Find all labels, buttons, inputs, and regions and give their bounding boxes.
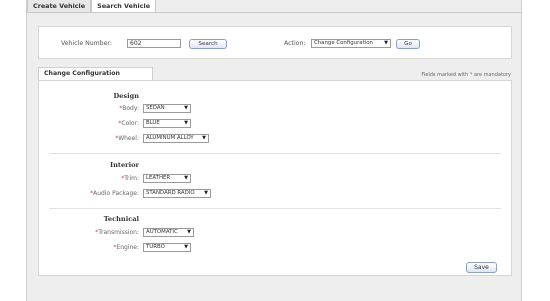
chevron-down-icon: ▼ xyxy=(184,175,188,181)
action-select[interactable]: Change Configuration ▼ xyxy=(311,39,391,48)
vehicle-number-label: Vehicle Number: xyxy=(61,40,112,47)
configuration-panel: Design *Body: SEDAN ▼ *Color: BLUE ▼ *Wh… xyxy=(38,80,512,276)
vehicle-number-input[interactable] xyxy=(127,39,181,48)
wheel-label: *Wheel: xyxy=(115,135,139,142)
section-divider xyxy=(49,208,501,209)
section-interior: Interior xyxy=(110,161,139,169)
section-design: Design xyxy=(113,92,139,100)
chevron-down-icon: ▼ xyxy=(184,244,188,250)
mandatory-note-prefix: Fields marked with xyxy=(421,72,469,78)
section-divider xyxy=(49,153,501,154)
body-select-value: SEDAN xyxy=(146,105,165,111)
wheel-select[interactable]: ALUMINUM ALLOY ▼ xyxy=(143,134,209,143)
mandatory-note: Fields marked with * are mandatory xyxy=(421,72,511,78)
audio-package-select-value: STANDARD RADIO xyxy=(146,190,195,196)
mandatory-note-suffix: are mandatory xyxy=(473,72,511,78)
body-select[interactable]: SEDAN ▼ xyxy=(143,104,191,113)
color-select[interactable]: BLUE ▼ xyxy=(143,119,191,128)
search-panel: Vehicle Number: Search Action: Change Co… xyxy=(38,26,512,59)
section-technical: Technical xyxy=(103,215,139,223)
tab-divider xyxy=(27,12,521,13)
required-star-icon: * xyxy=(469,72,473,78)
chevron-down-icon: ▼ xyxy=(384,40,388,46)
transmission-select[interactable]: AUTOMATIC ▼ xyxy=(143,228,194,237)
color-label: *Color: xyxy=(118,120,139,127)
trim-label: *Trim: xyxy=(121,175,139,182)
color-select-value: BLUE xyxy=(146,120,160,126)
engine-select-value: TURBO xyxy=(146,244,165,250)
transmission-label: *Transmission: xyxy=(95,229,139,236)
tab-change-configuration[interactable]: Change Configuration xyxy=(38,67,153,80)
chevron-down-icon: ▼ xyxy=(184,105,188,111)
engine-label: *Engine: xyxy=(113,244,139,251)
engine-select[interactable]: TURBO ▼ xyxy=(143,243,191,252)
audio-package-select[interactable]: STANDARD RADIO ▼ xyxy=(143,189,211,198)
chevron-down-icon: ▼ xyxy=(184,120,188,126)
action-label: Action: xyxy=(284,40,306,47)
app-frame: Create Vehicle Search Vehicle Vehicle Nu… xyxy=(26,0,522,301)
chevron-down-icon: ▼ xyxy=(202,135,206,141)
chevron-down-icon: ▼ xyxy=(204,190,208,196)
transmission-select-value: AUTOMATIC xyxy=(146,229,178,235)
wheel-select-value: ALUMINUM ALLOY xyxy=(146,135,194,141)
chevron-down-icon: ▼ xyxy=(187,229,191,235)
save-button[interactable]: Save xyxy=(466,262,497,273)
audio-package-label: *Audio Package: xyxy=(90,190,139,197)
body-label: *Body: xyxy=(119,105,139,112)
search-button[interactable]: Search xyxy=(189,39,227,49)
trim-select-value: LEATHER xyxy=(146,175,171,181)
go-button[interactable]: Go xyxy=(396,39,420,49)
action-select-value: Change Configuration xyxy=(314,40,373,46)
trim-select[interactable]: LEATHER ▼ xyxy=(143,174,191,183)
